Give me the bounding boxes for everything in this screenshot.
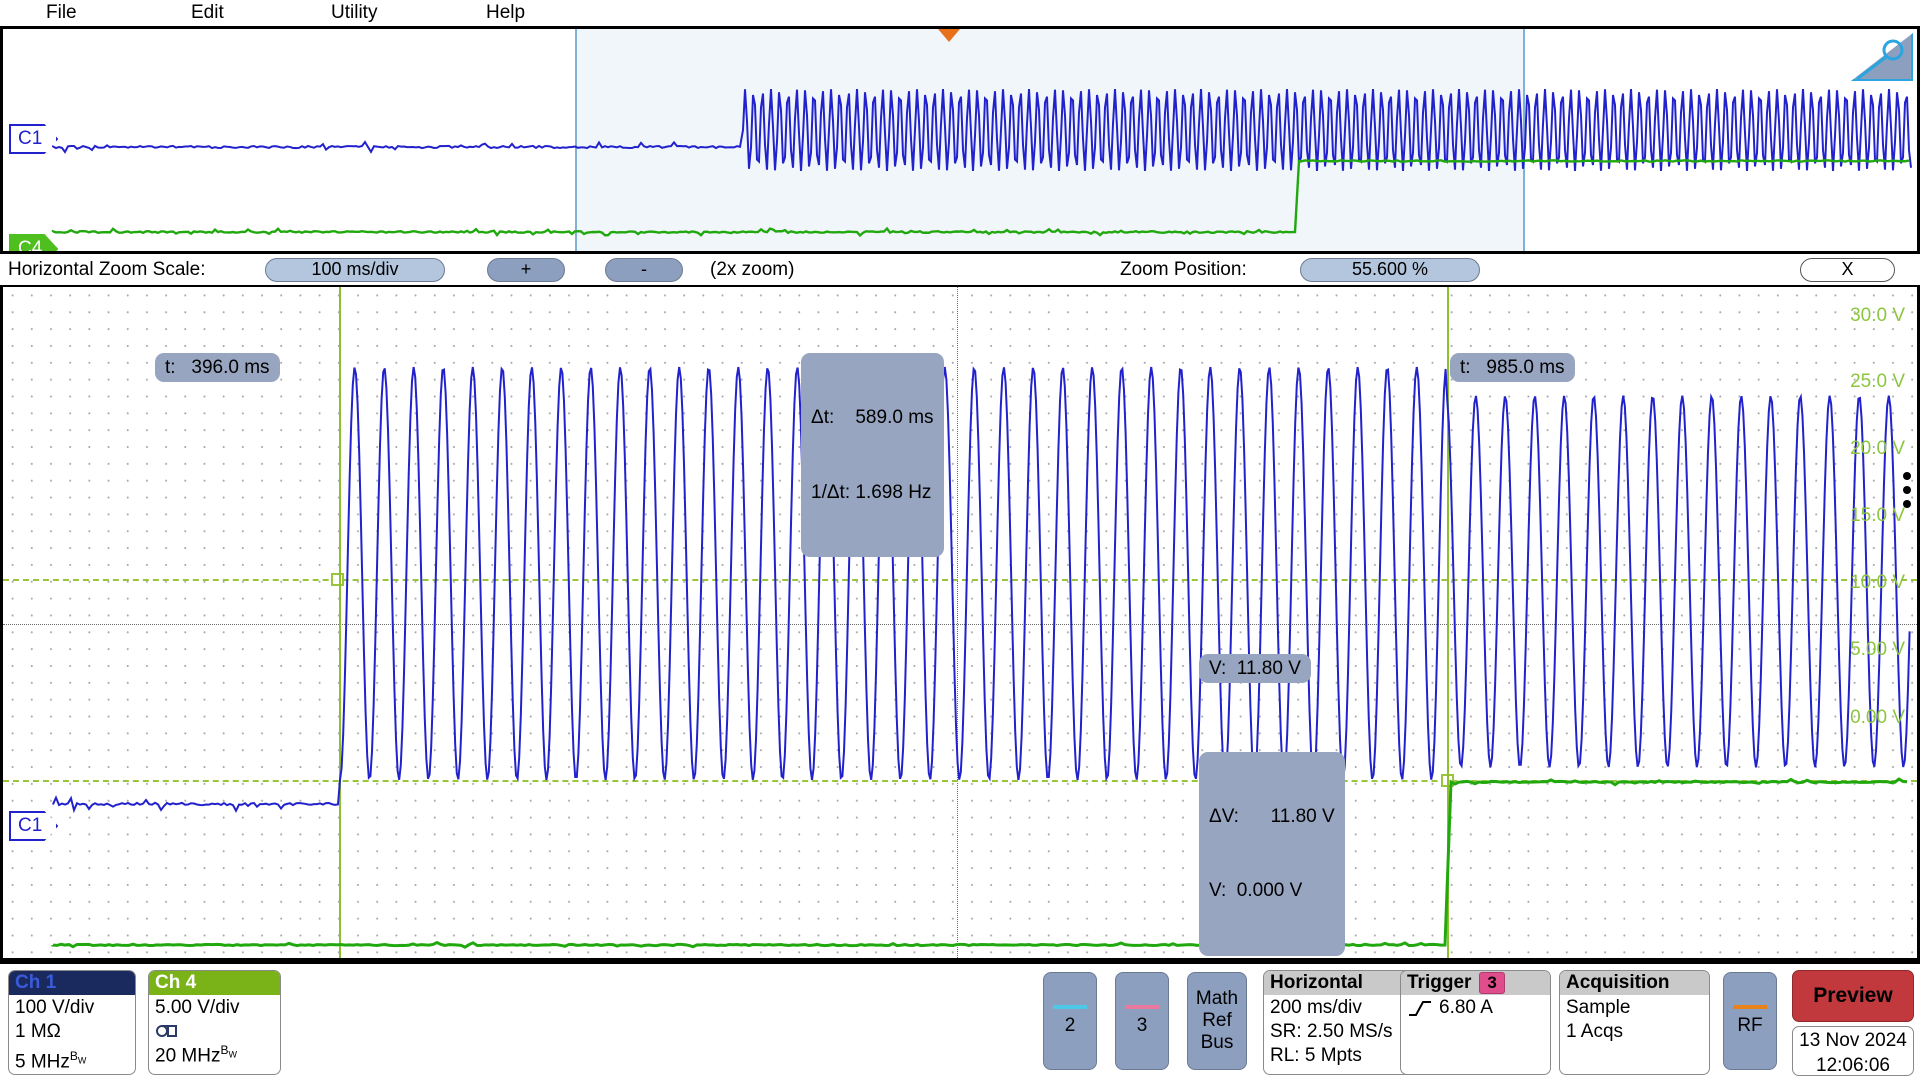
zoom-control-bar: Horizontal Zoom Scale: 100 ms/div + - (2… <box>0 254 1920 287</box>
voltage-axis-label-0: 0.00 V <box>1850 707 1905 728</box>
zoom-scale-value[interactable]: 100 ms/div <box>265 257 445 282</box>
channel-card-ch1-title: Ch 1 <box>9 971 135 995</box>
zoom-graticule[interactable]: A B t: 396.0 ms Δt: 589.0 ms 1/Δt: 1.698… <box>0 287 1920 961</box>
ch4-bandwidth-row: 20 MHzBW <box>155 1038 274 1068</box>
ch4-probe-icon-row <box>155 1020 274 1038</box>
zoom-position-label: Zoom Position: <box>1120 258 1247 280</box>
trigger-source-badge[interactable]: 3 <box>1479 972 1505 994</box>
zoom-scale-increase-button[interactable]: + <box>487 257 565 282</box>
ch1-impedance: 1 MΩ <box>15 1021 61 1042</box>
voltage-axis-label-25: 25.0 V <box>1850 371 1905 392</box>
trigger-card-header: Trigger 3 <box>1401 971 1550 995</box>
status-bar: Ch 1 100 V/div 1 MΩ 5 MHzBW Ch 4 5.00 V/… <box>0 961 1920 1080</box>
rf-label: RF <box>1737 1015 1763 1036</box>
horizontal-sample-rate: SR: 2.50 MS/s <box>1270 1021 1393 1042</box>
zoom-scale-decrease-button[interactable]: - <box>605 257 683 282</box>
datetime-display: 13 Nov 2024 12:06:06 <box>1792 1026 1914 1076</box>
menu-item-edit[interactable]: Edit <box>185 1 230 25</box>
measurement-cursor-b-voltage[interactable]: V: 0.000 V <box>1199 876 1313 905</box>
channel-card-ch1[interactable]: Ch 1 100 V/div 1 MΩ 5 MHzBW <box>8 970 136 1075</box>
ref-label: Ref <box>1202 1010 1232 1031</box>
measurement-cursor-a-voltage[interactable]: V: 11.80 V <box>1199 654 1311 683</box>
horizontal-record-length: RL: 5 Mpts <box>1270 1045 1362 1066</box>
zoom-position-value[interactable]: 55.600 % <box>1300 257 1480 282</box>
menu-item-help[interactable]: Help <box>480 1 531 25</box>
acquisition-card[interactable]: Acquisition Sample 1 Acqs <box>1559 970 1710 1075</box>
bus-label: Bus <box>1200 1032 1234 1053</box>
horizontal-timebase: 200 ms/div <box>1270 997 1362 1018</box>
voltage-axis-label-30: 30.0 V <box>1850 305 1905 326</box>
voltage-axis-label-15: 15.0 V <box>1850 505 1905 526</box>
voltage-axis-label-5: 5.00 V <box>1850 639 1905 660</box>
probe-icon <box>156 1025 177 1037</box>
overview-waveform-ch4 <box>51 159 1910 238</box>
magnifier-icon <box>1856 39 1904 81</box>
acquisition-count: 1 Acqs <box>1566 1021 1624 1042</box>
measurement-cursor-a-time[interactable]: t: 396.0 ms <box>155 353 280 382</box>
channel-3-color-bar <box>1125 1005 1159 1009</box>
measurement-delta-t: Δt: 589.0 ms <box>811 407 934 428</box>
channel-card-ch4[interactable]: Ch 4 5.00 V/div 20 MHzBW <box>148 970 281 1075</box>
channel-3-label: 3 <box>1136 1015 1148 1036</box>
rf-button[interactable]: RF <box>1723 972 1777 1070</box>
acquisition-mode: Sample <box>1566 997 1631 1018</box>
math-label: Math <box>1195 988 1239 1009</box>
channel-2-color-bar <box>1053 1005 1087 1009</box>
trigger-card-title: Trigger <box>1407 972 1472 993</box>
rising-edge-icon <box>1409 1001 1431 1016</box>
ch1-bandwidth: 5 MHz <box>15 1051 70 1073</box>
rf-color-bar <box>1733 1005 1767 1009</box>
voltage-axis-label-20: 20.0 V <box>1850 438 1905 459</box>
date-label: 13 Nov 2024 <box>1799 1030 1907 1051</box>
menu-bar: File Edit Utility Help <box>0 0 1920 26</box>
overflow-menu-icon[interactable] <box>1903 472 1911 508</box>
trigger-level: 6.80 A <box>1439 997 1493 1018</box>
ch4-vdiv: 5.00 V/div <box>155 997 240 1018</box>
oscilloscope-screen: File Edit Utility Help C1 C4 Horizontal … <box>0 0 1920 1080</box>
time-label: 12:06:06 <box>1816 1055 1890 1076</box>
ch1-bandwidth-row: 5 MHzBW <box>15 1044 129 1074</box>
menu-item-utility[interactable]: Utility <box>325 1 383 25</box>
math-ref-bus-button[interactable]: Math Ref Bus <box>1187 972 1247 1070</box>
channel-card-ch4-title: Ch 4 <box>149 971 280 995</box>
measurement-delta-v-box[interactable]: ΔV: 11.80 V ΔV/Δt: <box>1199 752 1345 956</box>
channel-button-2[interactable]: 2 <box>1043 972 1097 1070</box>
voltage-axis-label-10: 10.0 V <box>1850 572 1905 593</box>
ch1-vdiv: 100 V/div <box>15 997 95 1018</box>
menu-item-file[interactable]: File <box>40 1 83 25</box>
zoom-scale-label: Horizontal Zoom Scale: <box>8 258 206 280</box>
zoom-close-button[interactable]: X <box>1800 257 1895 282</box>
ch4-bandwidth: 20 MHz <box>155 1045 221 1067</box>
channel-2-label: 2 <box>1064 1015 1076 1036</box>
bandwidth-limit-icon-2: BW <box>220 1043 237 1060</box>
measurement-delta-v: ΔV: 11.80 V <box>1209 806 1335 827</box>
trigger-card[interactable]: Trigger 3 6.80 A <box>1400 970 1551 1075</box>
channel-button-3[interactable]: 3 <box>1115 972 1169 1070</box>
bandwidth-limit-icon: BW <box>69 1049 87 1066</box>
measurement-cursor-b-time[interactable]: t: 985.0 ms <box>1450 353 1575 382</box>
measurement-delta-t-box[interactable]: Δt: 589.0 ms 1/Δt: 1.698 Hz <box>801 353 944 557</box>
preview-button[interactable]: Preview <box>1792 970 1914 1022</box>
overview-graticule[interactable]: C1 C4 <box>0 26 1920 254</box>
zoom-factor-label: (2x zoom) <box>710 258 795 280</box>
measurement-one-over-delta-t: 1/Δt: 1.698 Hz <box>811 482 932 503</box>
acquisition-card-title: Acquisition <box>1560 971 1709 995</box>
horizontal-card[interactable]: Horizontal 200 ms/div SR: 2.50 MS/s RL: … <box>1263 970 1414 1075</box>
horizontal-card-title: Horizontal <box>1264 971 1413 995</box>
zoom-waveform-ch4 <box>51 777 1908 949</box>
